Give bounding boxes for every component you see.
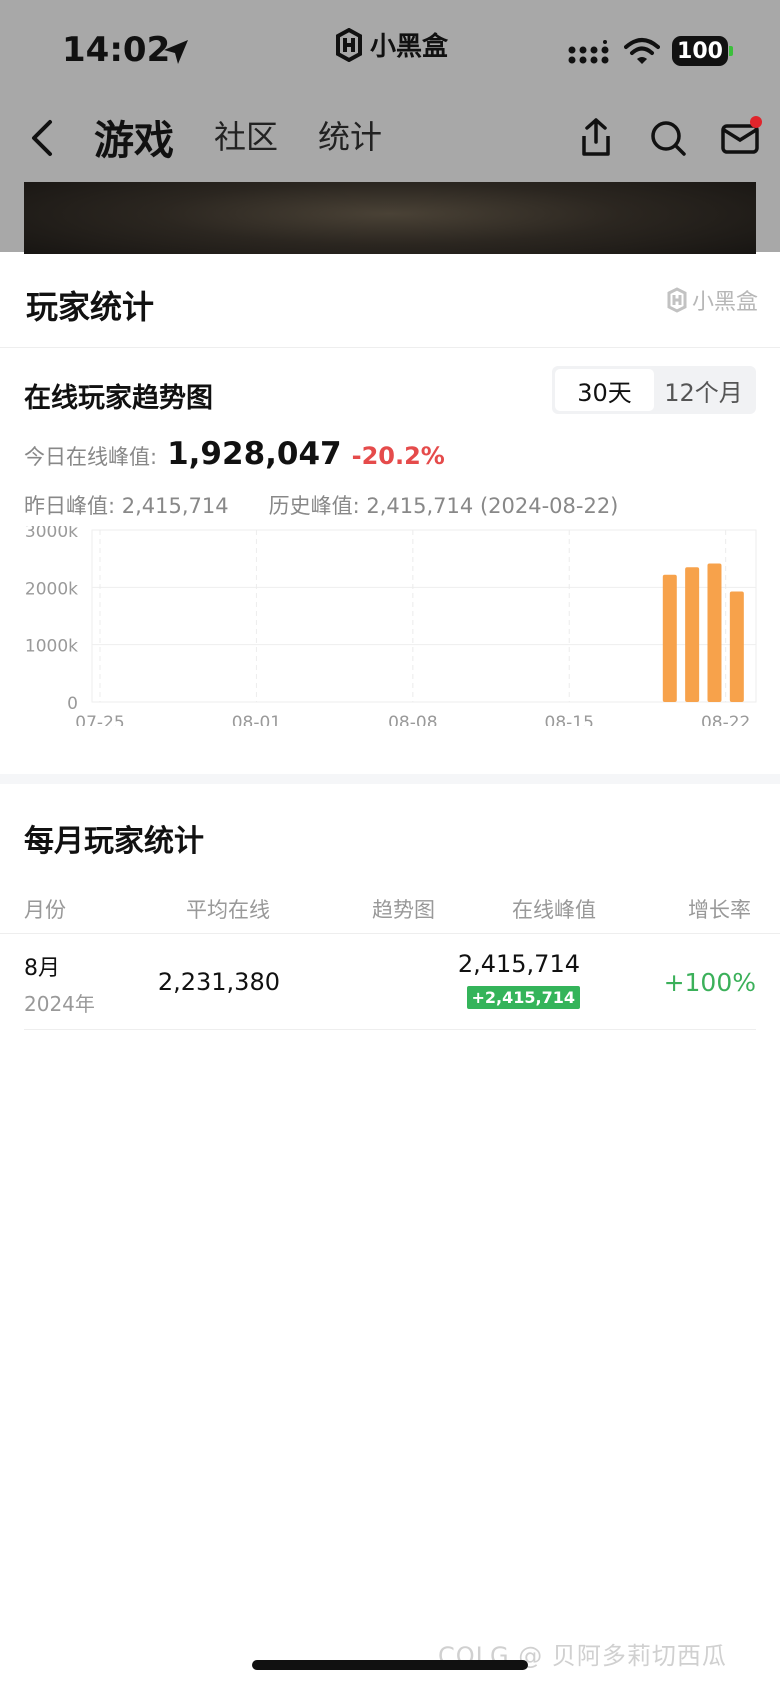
app-badge: 小黑盒 [334, 26, 448, 63]
cellular-signal-icon [568, 40, 609, 64]
history-peak: 历史峰值: 2,415,714 (2024-08-22) [268, 494, 619, 518]
tab-game[interactable]: 游戏 [94, 108, 174, 166]
range-12-months-button[interactable]: 12个月 [654, 369, 753, 411]
column-growth: 增长率 [688, 898, 751, 922]
monthly-title: 每月玩家统计 [24, 824, 204, 859]
chart-bar [685, 567, 700, 702]
online-trend-chart: 0 1000k 2000k 3000k 07-25 08-01 08-08 08-15 08-2… [25, 526, 757, 726]
peak-summary-row: 昨日峰值: 2,415,714 历史峰值: 2,415,714 (2024-08… [24, 490, 618, 520]
back-chevron-icon[interactable] [22, 116, 62, 160]
tab-stats[interactable]: 统计 [318, 112, 382, 158]
yesterday-peak: 昨日峰值: 2,415,714 [24, 494, 229, 518]
row-peak: 2,415,714 [457, 950, 580, 978]
column-avg-online: 平均在线 [186, 898, 270, 922]
chart-bar [729, 591, 744, 702]
y-tick-label: 1000k [25, 637, 78, 657]
battery-indicator: 100 [672, 36, 728, 66]
status-bar: 14:02 小黑盒 100 [0, 0, 780, 100]
player-stats-sheet: 玩家统计 小黑盒 在线玩家趋势图 30天 12个月 今日在线峰值: 1,928,… [0, 254, 780, 1688]
chart-bar [707, 563, 722, 702]
x-tick-label: 08-08 [388, 713, 437, 726]
tab-community[interactable]: 社区 [214, 112, 278, 158]
xiaoheihe-logo-icon [336, 27, 362, 62]
xiaoheihe-watermark-icon [667, 287, 687, 313]
today-peak-value: 1,928,047 [167, 436, 342, 472]
table-row: 8月 2024年 2,231,380 2,415,714 +2,415,714 … [24, 938, 756, 1030]
sheet-header: 玩家统计 小黑盒 [0, 254, 780, 348]
x-tick-label: 08-22 [701, 713, 750, 726]
today-peak-label: 今日在线峰值: [24, 445, 158, 469]
share-icon[interactable] [576, 116, 616, 158]
game-cover-image [24, 182, 756, 262]
monthly-table-header: 月份 平均在线 趋势图 在线峰值 增长率 [0, 884, 780, 934]
status-time: 14:02 [62, 30, 171, 70]
sheet-title: 玩家统计 [26, 288, 155, 326]
x-tick-label: 07-25 [75, 713, 124, 726]
column-trend: 趋势图 [372, 898, 435, 922]
y-tick-label: 3000k [25, 526, 78, 542]
wifi-icon [624, 38, 660, 64]
search-icon[interactable] [648, 118, 688, 158]
game-nav-bar: 游戏 社区 统计 [0, 100, 780, 180]
row-avg-online: 2,231,380 [157, 968, 280, 996]
chart-bar [662, 574, 677, 702]
section-divider [0, 774, 780, 784]
row-month: 8月 [24, 956, 60, 981]
range-toggle: 30天 12个月 [552, 366, 756, 414]
app-badge-label: 小黑盒 [370, 32, 449, 62]
x-tick-label: 08-15 [545, 713, 594, 726]
x-tick-label: 08-01 [232, 713, 281, 726]
y-tick-label: 2000k [25, 579, 78, 599]
row-growth: +100% [663, 968, 756, 997]
y-tick-label: 0 [67, 694, 78, 714]
chart-frame [91, 529, 757, 703]
battery-cap [729, 46, 733, 56]
notification-dot [750, 116, 762, 128]
trend-title: 在线玩家趋势图 [24, 383, 213, 414]
column-month: 月份 [24, 898, 66, 922]
range-30-days-button[interactable]: 30天 [555, 369, 654, 411]
home-indicator [252, 1660, 528, 1670]
location-arrow-icon [164, 40, 188, 64]
today-peak-row: 今日在线峰值: 1,928,047 -20.2% [24, 436, 445, 472]
row-year: 2024年 [24, 992, 95, 1016]
column-peak: 在线峰值 [512, 898, 596, 922]
today-peak-change: -20.2% [351, 442, 445, 470]
row-peak-change-badge: +2,415,714 [466, 986, 580, 1009]
brand-watermark: 小黑盒 [666, 284, 758, 316]
brand-watermark-label: 小黑盒 [691, 290, 758, 315]
